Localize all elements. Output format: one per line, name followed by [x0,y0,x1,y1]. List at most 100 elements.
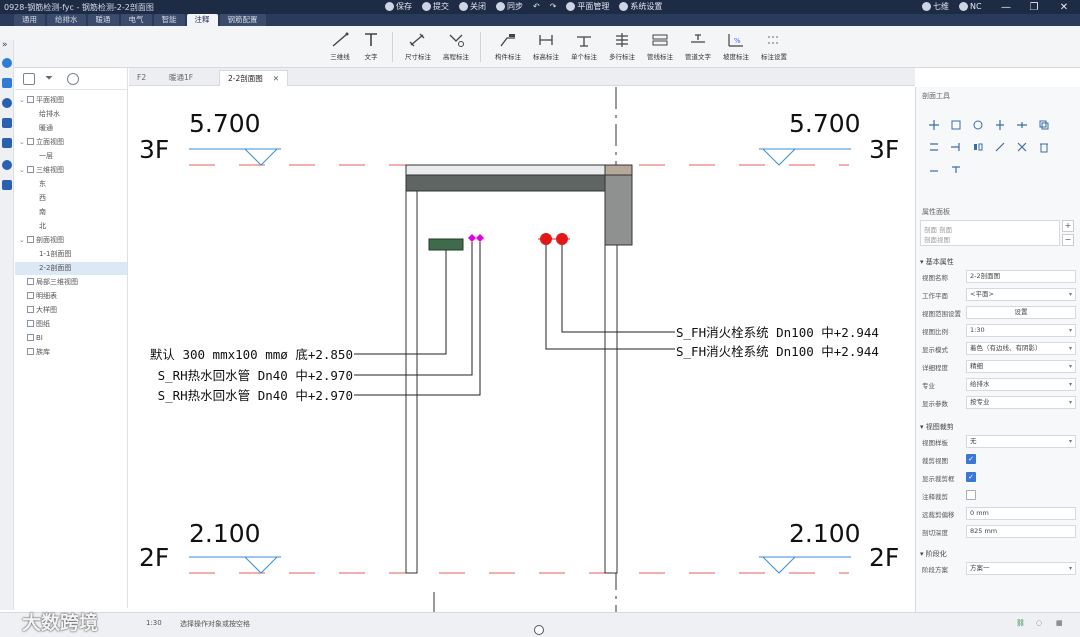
close-icon[interactable]: ✕ [273,74,279,83]
property-input[interactable]: 0 mm [966,507,1076,520]
multi-tag-button[interactable]: 多行标注 [604,31,640,65]
undo-button[interactable]: ↶ [533,2,540,11]
section-phase-header[interactable]: ▾ 阶段化 [920,549,947,559]
level-tag-button[interactable]: 标高标注 [528,31,564,65]
tag-hot-water-2[interactable]: S_RH热水回水管 Dn40 中+2.970 [158,388,353,403]
plugin-button[interactable]: 平面管理 [566,1,609,12]
save-button[interactable]: 保存 [385,1,412,12]
close-doc-button[interactable]: 关闭 [459,1,486,12]
help-icon[interactable] [2,160,12,170]
tree-item[interactable]: ⌄ 平面视图 [15,94,127,107]
tree-item[interactable]: 西 [15,192,127,205]
link-icon[interactable]: ⛓ [1016,619,1025,627]
tab-section-2-2[interactable]: 2-2剖面图 ✕ [219,70,289,86]
tree-item[interactable]: 一层 [15,150,127,163]
property-select[interactable]: 着色（有边线、有阴影） ▾ [966,342,1076,355]
tab-hvac[interactable]: 暖通 [87,14,119,26]
pipe-tag-button[interactable]: 管线标注 [642,31,678,65]
tree-item[interactable]: BI [15,332,127,345]
tree-item[interactable]: ⌄ 立面视图 [15,136,127,149]
expand-icon[interactable]: » [2,40,12,50]
folder-icon[interactable] [2,118,12,128]
headset-icon[interactable] [2,58,12,68]
tree-item[interactable]: 2-2剖面图 [15,262,127,275]
chevron-down-icon[interactable]: ⌄ [19,234,27,247]
filter-icon[interactable]: ⏷ [45,73,57,85]
property-select[interactable]: 方案一 ▾ [966,562,1076,575]
property-input[interactable]: 825 mm [966,525,1076,538]
dimension-button[interactable]: 尺寸标注 [400,31,436,65]
tab-electrical[interactable]: 电气 [120,14,152,26]
grid-icon[interactable]: ▦ [1056,619,1063,627]
panel-icon[interactable] [23,72,35,85]
property-checkbox[interactable]: ✓ [966,454,976,464]
copy-icon[interactable] [1038,119,1050,131]
property-select[interactable]: 精细 ▾ [966,360,1076,373]
unpin-icon[interactable] [950,163,962,175]
property-select[interactable]: 1:30 ▾ [966,324,1076,337]
tree-item[interactable]: 大样图 [15,304,127,317]
property-checkbox[interactable] [966,490,976,500]
tag-settings-button[interactable]: 标注设置 [756,31,792,65]
scroll-handle[interactable] [534,625,544,635]
tab-general[interactable]: 通用 [14,14,45,26]
scale-icon[interactable] [994,141,1006,153]
bell-icon[interactable] [2,180,12,190]
tree-item[interactable]: 图纸 [15,318,127,331]
property-button[interactable]: 设置 [966,306,1076,319]
tree-item[interactable]: 明细表 [15,290,127,303]
tree-item[interactable]: 局部三维视图 [15,276,127,289]
tree-item[interactable]: ⌄ 剖面视图 [15,234,127,247]
tree-item[interactable]: ⌄ 三维视图 [15,164,127,177]
remove-type-button[interactable]: − [1062,234,1074,246]
tree-item[interactable]: 给排水 [15,108,127,121]
cube-outline-icon[interactable] [67,72,79,85]
chevron-down-icon[interactable]: ⌄ [19,164,27,177]
tab-annotation[interactable]: 注释 [186,14,218,26]
slope-tag-button[interactable]: % 坡度标注 [718,31,754,65]
align-icon[interactable] [950,119,962,131]
component-tag-button[interactable]: 构件标注 [490,31,526,65]
chevron-down-icon[interactable]: ⌄ [19,94,27,107]
property-checkbox[interactable]: ✓ [966,472,976,482]
extend-icon[interactable] [950,141,962,153]
tree-item[interactable]: 北 [15,220,127,233]
tab-plumbing[interactable]: 给排水 [47,14,86,26]
tree-item[interactable]: 南 [15,206,127,219]
property-select[interactable]: 按专业 ▾ [966,396,1076,409]
elevation-button[interactable]: 高程标注 [438,31,474,65]
tab-f2[interactable]: F2 [129,70,154,86]
submit-button[interactable]: 提交 [422,1,449,12]
single-tag-button[interactable]: 单个标注 [566,31,602,65]
add-type-button[interactable]: + [1062,220,1074,232]
tree-item[interactable]: 东 [15,178,127,191]
sync-button[interactable]: 同步 [496,1,523,12]
tag-duct[interactable]: 默认 300 mmx100 mmø 底+2.850 [150,347,353,362]
drawing-canvas[interactable]: 5.700 3F 5.700 3F 2.100 2F 2.100 2F 默认 3… [129,87,915,612]
delete-icon[interactable] [1038,141,1050,153]
section-crop-header[interactable]: ▾ 视图裁剪 [920,422,954,432]
trim-icon[interactable] [1016,119,1028,131]
user-button-2[interactable]: NC [959,2,982,11]
cube-icon[interactable] [2,78,12,88]
property-select[interactable]: <平面> ▾ [966,288,1076,301]
offset-icon[interactable] [928,141,940,153]
tab-smart[interactable]: 智能 [153,14,185,26]
type-selector[interactable]: 剖面 剖面 剖面视图 [920,220,1060,246]
split-icon[interactable] [994,119,1006,131]
tag-fire-2[interactable]: S_FH消火栓系统 Dn100 中+2.944 [676,344,879,359]
pipe-text-button[interactable]: 管道文字 [680,31,716,65]
property-input[interactable]: 2-2剖面图 [966,270,1076,283]
redo-button[interactable]: ↷ [550,2,557,11]
tree-item[interactable]: 暖通 [15,122,127,135]
move-icon[interactable] [928,119,940,131]
tree-item[interactable]: 1-1剖面图 [15,248,127,261]
maximize-button[interactable]: ❐ [1020,0,1048,14]
tag-hot-water-1[interactable]: S_RH热水回水管 Dn40 中+2.970 [158,368,353,383]
minimize-button[interactable]: — [992,0,1020,14]
globe-icon[interactable] [2,98,12,108]
tab-hvac-1f[interactable]: 暖通1F [161,70,201,86]
property-select[interactable]: 给排水 ▾ [966,378,1076,391]
tab-rebar[interactable]: 钢筋配置 [219,14,266,26]
settings-button[interactable]: 系统设置 [619,1,662,12]
